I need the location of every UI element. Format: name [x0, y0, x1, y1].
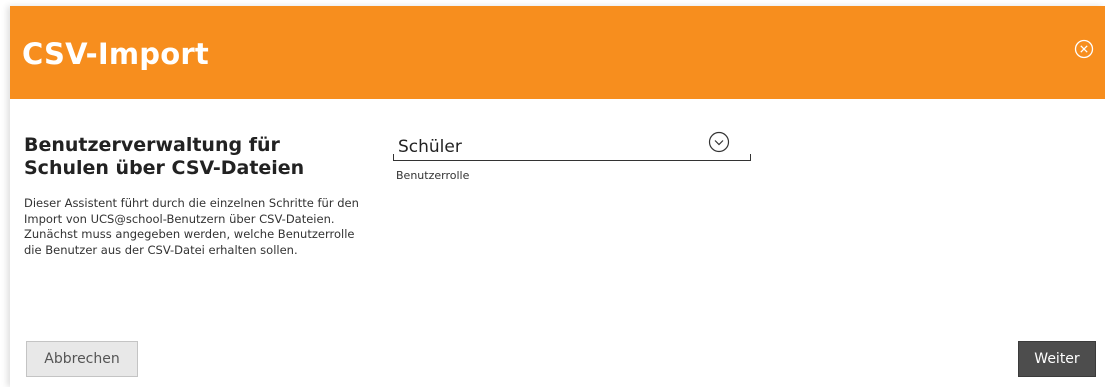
csv-import-dialog: CSV-Import Benutzerverwaltung für Schule…: [10, 6, 1105, 387]
dialog-header: CSV-Import: [10, 6, 1105, 99]
intro-section: Benutzerverwaltung für Schulen über CSV-…: [24, 134, 374, 258]
cancel-button[interactable]: Abbrechen: [26, 341, 138, 377]
next-button[interactable]: Weiter: [1018, 341, 1096, 377]
select-underline: [393, 154, 751, 161]
user-role-select[interactable]: Schüler: [391, 131, 751, 161]
intro-description: Dieser Assistent führt durch die einzeln…: [24, 196, 359, 257]
user-role-label: Benutzerrolle: [396, 169, 470, 182]
dialog-title: CSV-Import: [22, 37, 209, 71]
close-icon[interactable]: [1074, 39, 1094, 59]
section-heading: Benutzerverwaltung für Schulen über CSV-…: [24, 134, 305, 179]
chevron-down-icon[interactable]: [708, 131, 730, 153]
